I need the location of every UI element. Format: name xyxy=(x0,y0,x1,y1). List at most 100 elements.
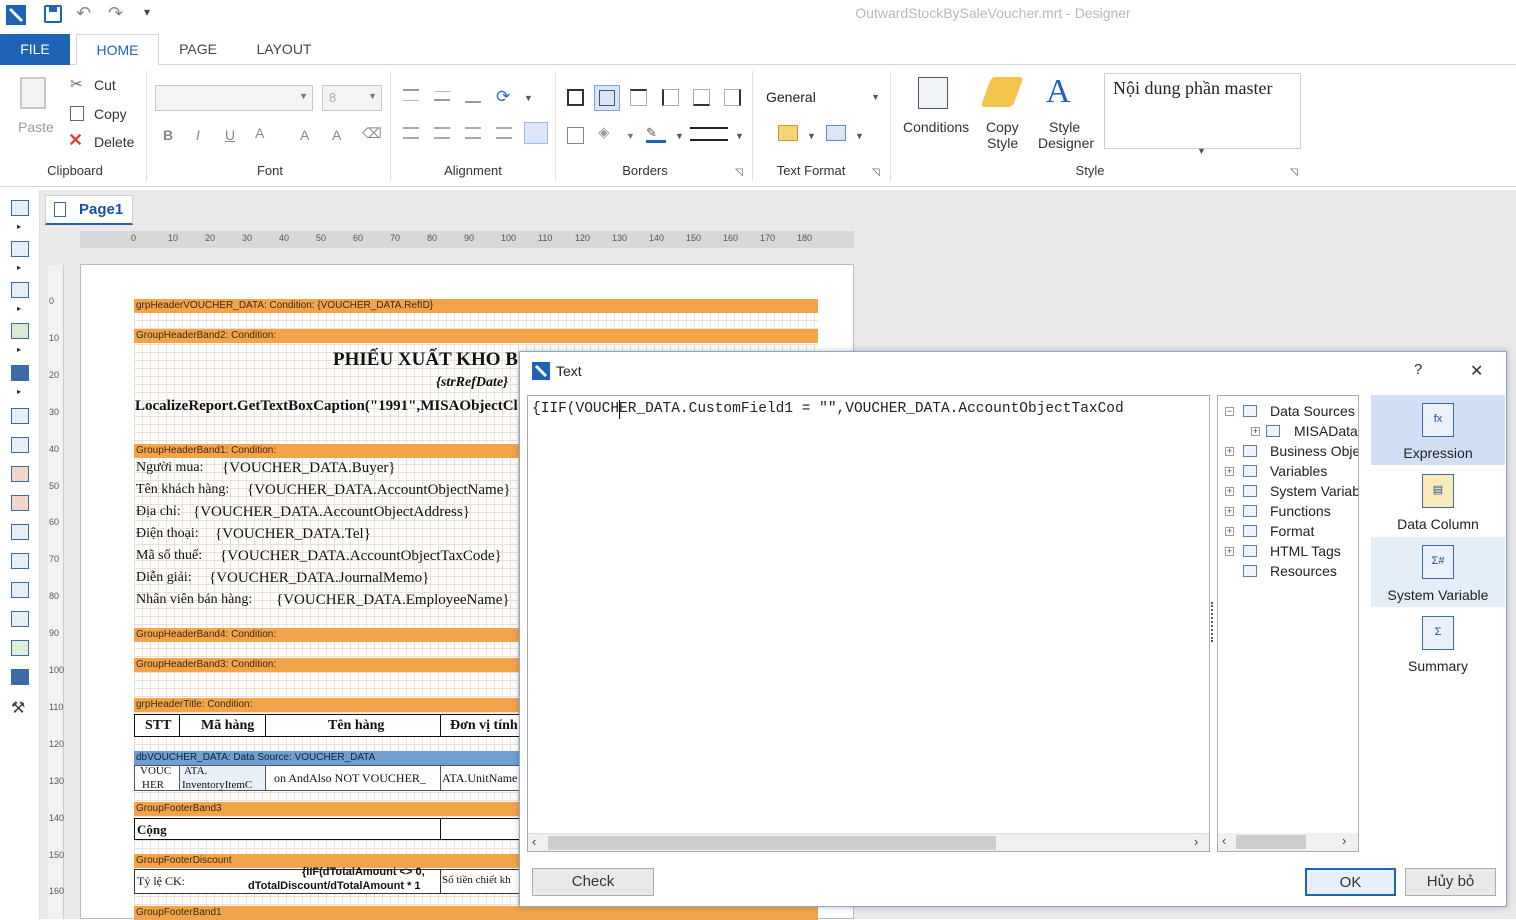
tree-expander-icon[interactable]: + xyxy=(1225,507,1234,516)
chevron-down-icon[interactable]: ▼ xyxy=(735,131,744,141)
border-right-icon[interactable] xyxy=(724,89,741,106)
chevron-down-icon[interactable]: ▼ xyxy=(675,131,684,141)
tree-expander-icon[interactable]: − xyxy=(1225,407,1234,416)
tree-expander-icon[interactable]: + xyxy=(1225,447,1234,456)
tree-item[interactable]: Business Objec xyxy=(1270,443,1358,459)
expression-editor[interactable]: {IIF(VOUCHER_DATA.CustomField1 = "",VOUC… xyxy=(527,395,1210,852)
underline-button[interactable]: U xyxy=(225,127,235,143)
tree-expander-icon[interactable]: + xyxy=(1251,427,1260,436)
chevron-down-icon[interactable]: ▼ xyxy=(1197,146,1206,156)
discount-expression[interactable]: {IIF(dTotalAmount <> 0, xyxy=(302,866,425,878)
cell-code-expression[interactable]: ATA. xyxy=(184,765,207,777)
scroll-left-icon[interactable]: ‹ xyxy=(532,834,536,849)
close-button[interactable]: ✕ xyxy=(1470,361,1483,381)
check-button[interactable]: Check xyxy=(532,868,654,896)
chevron-down-icon[interactable]: ▼ xyxy=(855,131,864,141)
align-top-icon[interactable] xyxy=(403,89,419,101)
font-size-select[interactable]: 8 ▼ xyxy=(322,85,382,111)
tree-expander-icon[interactable]: + xyxy=(1225,467,1234,476)
copy-button[interactable]: Copy xyxy=(68,104,138,126)
border-shadow-icon[interactable] xyxy=(567,127,584,144)
tab-page[interactable]: PAGE xyxy=(166,34,230,65)
conditions-button[interactable]: Conditions xyxy=(898,73,970,147)
chevron-down-icon[interactable]: ▼ xyxy=(626,131,635,141)
cut-button[interactable]: ✂ Cut xyxy=(68,75,138,97)
tree-expander-icon[interactable]: + xyxy=(1225,547,1234,556)
field-value-expression[interactable]: {VOUCHER_DATA.AccountObjectAddress} xyxy=(193,504,470,521)
expression-text[interactable]: {IIF(VOUCHER_DATA.CustomField1 = "",VOUC… xyxy=(532,401,1208,417)
discount-amount-label[interactable]: Số tiền chiết kh xyxy=(442,874,511,886)
tree-item[interactable]: Resources xyxy=(1270,563,1358,579)
delete-button[interactable]: ✕ Delete xyxy=(68,130,138,154)
align-right-icon[interactable] xyxy=(465,127,481,139)
report-title[interactable]: PHIẾU XUẤT KHO B xyxy=(333,349,518,371)
field-value-expression[interactable]: {VOUCHER_DATA.AccountObjectTaxCode} xyxy=(220,548,502,565)
border-style-icon[interactable] xyxy=(690,127,728,141)
field-label[interactable]: Tên khách hàng: xyxy=(136,482,229,498)
tree-item[interactable]: MISAData xyxy=(1294,423,1358,439)
dialog-launcher-icon[interactable]: ◹ xyxy=(1290,167,1298,178)
word-wrap-icon[interactable] xyxy=(524,122,548,144)
report-date-expression[interactable]: {strRefDate} xyxy=(436,375,508,391)
band-group-header-2[interactable]: GroupHeaderBand2: Condition: xyxy=(134,329,818,343)
tree-item[interactable]: Variables xyxy=(1270,463,1358,479)
field-value-expression[interactable]: {VOUCHER_DATA.Buyer} xyxy=(222,460,396,477)
tab-layout[interactable]: LAYOUT xyxy=(244,34,324,65)
style-gallery[interactable]: Nội dung phần master ▼ xyxy=(1104,73,1301,156)
field-label[interactable]: Người mua: xyxy=(136,460,203,476)
shrink-font-button[interactable]: A xyxy=(332,127,341,143)
cell-name-expression[interactable]: on AndAlso NOT VOUCHER_ xyxy=(274,771,426,786)
chevron-down-icon[interactable]: ▼ xyxy=(524,93,533,103)
justify-icon[interactable] xyxy=(496,127,512,139)
font-color-button[interactable]: A xyxy=(255,125,264,141)
discount-label[interactable]: Tỷ lệ CK: xyxy=(137,874,185,889)
border-left-icon[interactable] xyxy=(662,89,679,106)
tree-expander-icon[interactable]: + xyxy=(1225,487,1234,496)
scroll-thumb[interactable] xyxy=(1236,835,1306,849)
tab-home[interactable]: HOME xyxy=(76,34,159,65)
format-icon[interactable] xyxy=(778,125,798,141)
style-gallery-item[interactable]: Nội dung phần master xyxy=(1113,78,1272,99)
tree-expander-icon[interactable]: + xyxy=(1225,527,1234,536)
field-label[interactable]: Diễn giải: xyxy=(136,570,192,586)
border-bottom-icon[interactable] xyxy=(693,89,710,106)
italic-button[interactable]: I xyxy=(196,127,200,143)
tree-item[interactable]: System Variabl xyxy=(1270,483,1358,499)
field-label[interactable]: Nhân viên bán hàng: xyxy=(136,592,252,608)
rotate-text-icon[interactable]: ⟳ xyxy=(496,87,510,107)
chevron-down-icon[interactable]: ▼ xyxy=(807,131,816,141)
field-value-expression[interactable]: {VOUCHER_DATA.JournalMemo} xyxy=(209,570,429,587)
cancel-button[interactable]: Hủy bỏ xyxy=(1405,868,1496,896)
scroll-right-icon[interactable]: › xyxy=(1342,833,1346,848)
border-top-icon[interactable] xyxy=(630,89,647,106)
text-format-select[interactable]: General ▼ xyxy=(762,87,882,109)
scroll-right-icon[interactable]: › xyxy=(1194,834,1198,849)
field-value-expression[interactable]: {VOUCHER_DATA.EmployeeName} xyxy=(276,592,510,609)
fill-color-icon[interactable]: ◈ xyxy=(598,123,610,141)
font-name-select[interactable]: ▼ xyxy=(155,85,313,111)
dialog-launcher-icon[interactable]: ◹ xyxy=(872,167,880,178)
tree-item[interactable]: Data Sources xyxy=(1270,403,1358,419)
clear-format-eraser-icon[interactable]: ⌫ xyxy=(362,125,382,142)
align-left-icon[interactable] xyxy=(403,127,419,139)
dialog-launcher-icon[interactable]: ◹ xyxy=(735,167,743,178)
scroll-thumb[interactable] xyxy=(548,836,996,850)
align-bottom-icon[interactable] xyxy=(465,93,481,103)
tree-item[interactable]: Format xyxy=(1270,523,1358,539)
expression-mode-button[interactable]: fx Expression xyxy=(1371,395,1505,465)
tree-horizontal-scrollbar[interactable]: ‹ › xyxy=(1218,833,1358,851)
splitter-handle[interactable] xyxy=(1211,602,1214,642)
style-designer-button[interactable]: A Style Designer xyxy=(1034,73,1096,157)
field-label[interactable]: Điện thoại: xyxy=(136,526,199,542)
editor-horizontal-scrollbar[interactable]: ‹ › xyxy=(528,833,1209,851)
discount-expression-2[interactable]: dTotalDiscount/dTotalAmount * 1 xyxy=(248,880,421,892)
ok-button[interactable]: OK xyxy=(1305,868,1396,896)
format-settings-icon[interactable] xyxy=(826,125,846,141)
border-none-icon[interactable] xyxy=(594,85,620,111)
align-center-icon[interactable] xyxy=(434,127,450,139)
grow-font-button[interactable]: A xyxy=(300,127,309,143)
bold-button[interactable]: B xyxy=(163,127,173,143)
field-value-expression[interactable]: {VOUCHER_DATA.AccountObjectName} xyxy=(247,482,511,499)
border-all-icon[interactable] xyxy=(567,89,584,106)
data-column-mode-button[interactable]: ▤ Data Column xyxy=(1371,466,1505,536)
